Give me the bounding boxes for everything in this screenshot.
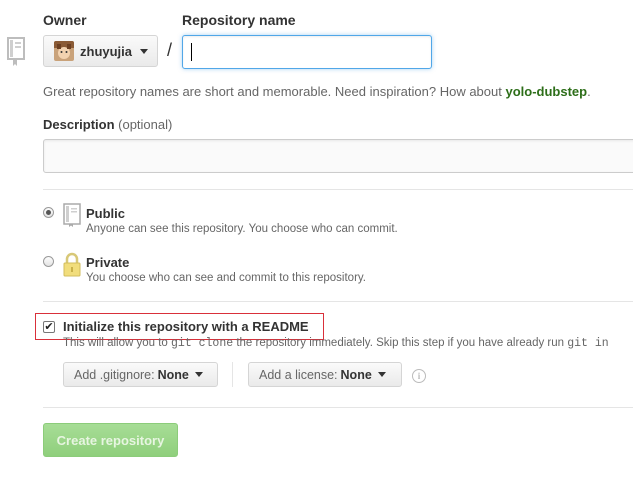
repository-name-label: Repository name [182, 12, 296, 28]
private-title: Private [86, 255, 130, 270]
info-icon[interactable]: i [412, 369, 426, 383]
public-radio[interactable] [43, 207, 54, 218]
license-select[interactable]: Add a license: None [248, 362, 402, 387]
divider [43, 189, 633, 190]
public-title: Public [86, 206, 126, 221]
divider [43, 301, 633, 302]
gitignore-value: None [157, 367, 189, 382]
gitignore-select[interactable]: Add .gitignore: None [63, 362, 218, 387]
public-repo-icon [63, 203, 81, 230]
readme-description: This will allow you to git clone the rep… [63, 337, 609, 350]
text-cursor [191, 43, 192, 61]
hint-text: Great repository names are short and mem… [43, 84, 506, 99]
chevron-down-icon [377, 372, 386, 377]
lock-icon [62, 252, 82, 280]
hint-end: . [587, 84, 591, 99]
avatar [54, 41, 74, 61]
license-prefix: Add a license: [259, 367, 338, 382]
readme-desc-code2: git in [567, 337, 609, 350]
chevron-down-icon [194, 372, 203, 377]
repository-book-icon [7, 37, 25, 67]
readme-checkbox[interactable]: ✔ [43, 321, 55, 333]
readme-desc-code: git clone [171, 337, 234, 350]
owner-repo-separator: / [167, 40, 173, 60]
chevron-down-icon [140, 48, 149, 54]
repository-name-hint: Great repository names are short and mem… [43, 84, 591, 99]
repository-name-input[interactable] [182, 35, 432, 69]
divider [43, 407, 633, 408]
license-value: None [340, 367, 372, 382]
vertical-divider [232, 362, 233, 387]
owner-label: Owner [43, 12, 87, 28]
description-input[interactable] [43, 139, 633, 173]
private-radio[interactable] [43, 256, 54, 267]
private-description: You choose who can see and commit to thi… [86, 272, 366, 284]
owner-dropdown[interactable]: zhuyujia [43, 35, 158, 67]
description-label: Description [43, 117, 115, 132]
readme-desc-part2: the repository immediately. Skip this st… [233, 337, 568, 349]
readme-label: Initialize this repository with a README [63, 319, 309, 334]
create-repository-button[interactable]: Create repository [43, 423, 178, 457]
owner-name: zhuyujia [80, 43, 133, 59]
public-description: Anyone can see this repository. You choo… [86, 223, 398, 235]
description-label-row: Description (optional) [43, 117, 172, 132]
gitignore-prefix: Add .gitignore: [74, 367, 155, 382]
optional-note: (optional) [118, 117, 173, 132]
readme-desc-part1: This will allow you to [63, 337, 172, 349]
name-suggestion-link[interactable]: yolo-dubstep [505, 84, 587, 99]
